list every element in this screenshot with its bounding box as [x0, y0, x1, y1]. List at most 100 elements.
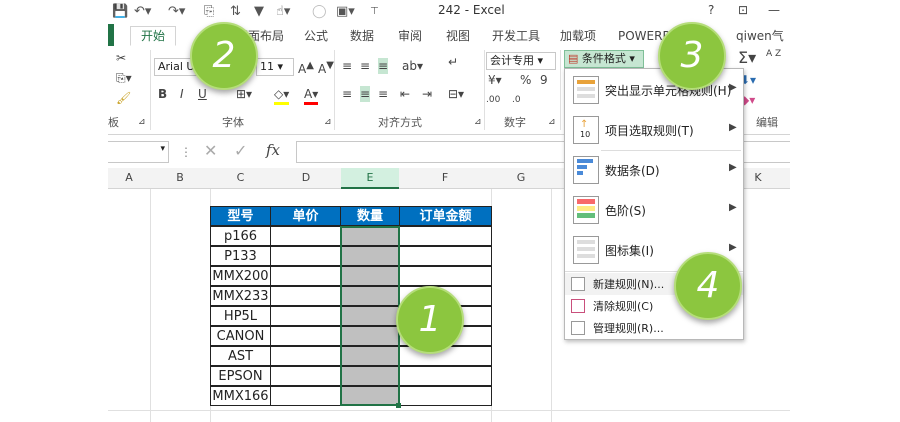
price-cell[interactable] — [270, 386, 341, 406]
enter-icon[interactable]: ✓ — [234, 143, 247, 159]
price-cell[interactable] — [270, 266, 341, 286]
number-format-select[interactable]: 会计专用 ▾ — [486, 52, 556, 70]
align-center-icon[interactable]: ≡ — [360, 86, 371, 102]
column-header-k[interactable]: K — [738, 168, 778, 188]
align-bottom-icon[interactable]: ≡ — [378, 58, 389, 74]
tab-view[interactable]: 视图 — [446, 27, 470, 45]
menu-item-manage-rules[interactable]: 管理规则(R)... — [565, 317, 743, 339]
column-header-c[interactable]: C — [210, 168, 272, 189]
table-header-price[interactable]: 单价 — [270, 206, 341, 226]
fill-color-icon[interactable]: ◇▾ — [274, 86, 290, 105]
increase-decimal-icon[interactable]: .00 — [486, 92, 500, 108]
column-header-a[interactable]: A — [108, 168, 151, 189]
format-painter-icon[interactable]: 🖌 — [116, 90, 131, 106]
wrap-text-icon[interactable]: ↵ — [448, 54, 458, 70]
align-top-icon[interactable]: ≡ — [342, 58, 352, 74]
table-header-amount[interactable]: 订单金额 — [399, 206, 492, 226]
price-cell[interactable] — [270, 366, 341, 386]
column-header-e[interactable]: E — [341, 168, 400, 189]
column-header-g[interactable]: G — [491, 168, 552, 189]
model-cell[interactable]: MMX166 — [210, 386, 271, 406]
model-cell[interactable]: p166 — [210, 226, 271, 246]
tab-addins[interactable]: 加载项 — [560, 27, 596, 45]
menu-item-top-bottom[interactable]: ↑ 10 项目选取规则(T) ▶ — [565, 111, 743, 149]
menu-item-color-scales[interactable]: 色阶(S) ▶ — [565, 191, 743, 229]
column-header-d[interactable]: D — [271, 168, 342, 189]
price-cell[interactable] — [270, 346, 341, 366]
autosum-icon[interactable]: Σ▾ — [738, 50, 756, 66]
model-cell[interactable]: EPSON — [210, 366, 271, 386]
shrink-font-icon[interactable]: A▼ — [318, 58, 334, 77]
merge-center-icon[interactable]: ⊟▾ — [448, 86, 464, 102]
quantity-cell[interactable] — [340, 326, 400, 346]
tab-developer[interactable]: 开发工具 — [492, 27, 540, 45]
quantity-cell[interactable] — [340, 306, 400, 326]
circle-icon[interactable]: ◯ — [312, 3, 327, 21]
paste-icon[interactable]: ⎘ — [204, 3, 214, 21]
tab-review[interactable]: 审阅 — [398, 27, 422, 45]
model-cell[interactable]: MMX200 — [210, 266, 271, 286]
amount-cell[interactable] — [399, 266, 492, 286]
grow-font-icon[interactable]: A▲ — [298, 58, 314, 77]
copy-icon[interactable]: ⎘▾ — [116, 70, 132, 86]
quantity-cell[interactable] — [340, 286, 400, 306]
price-cell[interactable] — [270, 246, 341, 266]
tab-data[interactable]: 数据 — [350, 27, 374, 45]
price-cell[interactable] — [270, 326, 341, 346]
amount-cell[interactable] — [399, 366, 492, 386]
tab-home[interactable]: 开始 — [130, 26, 177, 46]
quantity-cell[interactable] — [340, 366, 400, 386]
price-cell[interactable] — [270, 226, 341, 246]
table-header-model[interactable]: 型号 — [210, 206, 271, 226]
cancel-icon[interactable]: ✕ — [204, 143, 217, 159]
italic-button[interactable]: I — [180, 86, 184, 102]
file-tab[interactable] — [108, 24, 114, 46]
name-box[interactable]: ▾ — [108, 141, 169, 163]
fill-handle[interactable] — [396, 403, 401, 408]
percent-icon[interactable]: % — [520, 72, 531, 88]
price-cell[interactable] — [270, 286, 341, 306]
tab-formulas[interactable]: 公式 — [304, 27, 328, 45]
borders-icon[interactable]: ⊞▾ — [236, 86, 252, 102]
font-color-icon[interactable]: A▾ — [304, 86, 319, 105]
column-header-b[interactable]: B — [150, 168, 211, 189]
font-launcher-icon[interactable]: ⊿ — [324, 114, 332, 130]
name-box-dropdown-icon[interactable]: ▾ — [160, 144, 165, 154]
help-button[interactable]: ? — [708, 3, 714, 17]
quantity-cell[interactable] — [340, 386, 400, 406]
increase-indent-icon[interactable]: ⇥ — [422, 86, 432, 102]
align-right-icon[interactable]: ≡ — [378, 86, 388, 102]
quantity-cell[interactable] — [340, 346, 400, 366]
orientation-icon[interactable]: ab▾ — [402, 58, 423, 74]
redo-icon[interactable]: ↷▾ — [168, 3, 185, 21]
insert-function-icon[interactable]: fx — [266, 142, 280, 158]
cut-icon[interactable]: ✂ — [116, 50, 126, 66]
number-launcher-icon[interactable]: ⊿ — [548, 114, 556, 130]
comma-icon[interactable]: 9 — [540, 72, 548, 88]
minimize-button[interactable]: — — [768, 3, 780, 17]
filter-icon[interactable]: ▼ — [254, 3, 264, 21]
column-header-f[interactable]: F — [399, 168, 492, 189]
sort-az-icon[interactable]: ⇅ — [230, 3, 241, 21]
model-cell[interactable]: MMX233 — [210, 286, 271, 306]
quantity-cell[interactable] — [340, 246, 400, 266]
currency-icon[interactable]: ¥▾ — [488, 72, 502, 88]
undo-icon[interactable]: ↶▾ — [134, 3, 151, 21]
model-cell[interactable]: CANON — [210, 326, 271, 346]
conditional-formatting-button[interactable]: ▤ 条件格式 ▾ — [564, 50, 644, 68]
align-middle-icon[interactable]: ≡ — [360, 58, 370, 74]
model-cell[interactable]: P133 — [210, 246, 271, 266]
bold-button[interactable]: B — [158, 86, 167, 102]
model-cell[interactable]: HP5L — [210, 306, 271, 326]
font-size-select[interactable]: 11 ▾ — [256, 58, 294, 76]
quantity-cell[interactable] — [340, 266, 400, 286]
amount-cell[interactable] — [399, 246, 492, 266]
decrease-decimal-icon[interactable]: .0 — [512, 92, 521, 108]
table-header-quantity[interactable]: 数量 — [340, 206, 400, 226]
underline-button[interactable]: U — [198, 86, 207, 102]
clipboard-launcher-icon[interactable]: ⊿ — [138, 114, 146, 130]
price-cell[interactable] — [270, 306, 341, 326]
align-left-icon[interactable]: ≡ — [342, 86, 352, 102]
quantity-cell[interactable] — [340, 226, 400, 246]
touch-mode-icon[interactable]: ☝▾ — [276, 3, 290, 21]
